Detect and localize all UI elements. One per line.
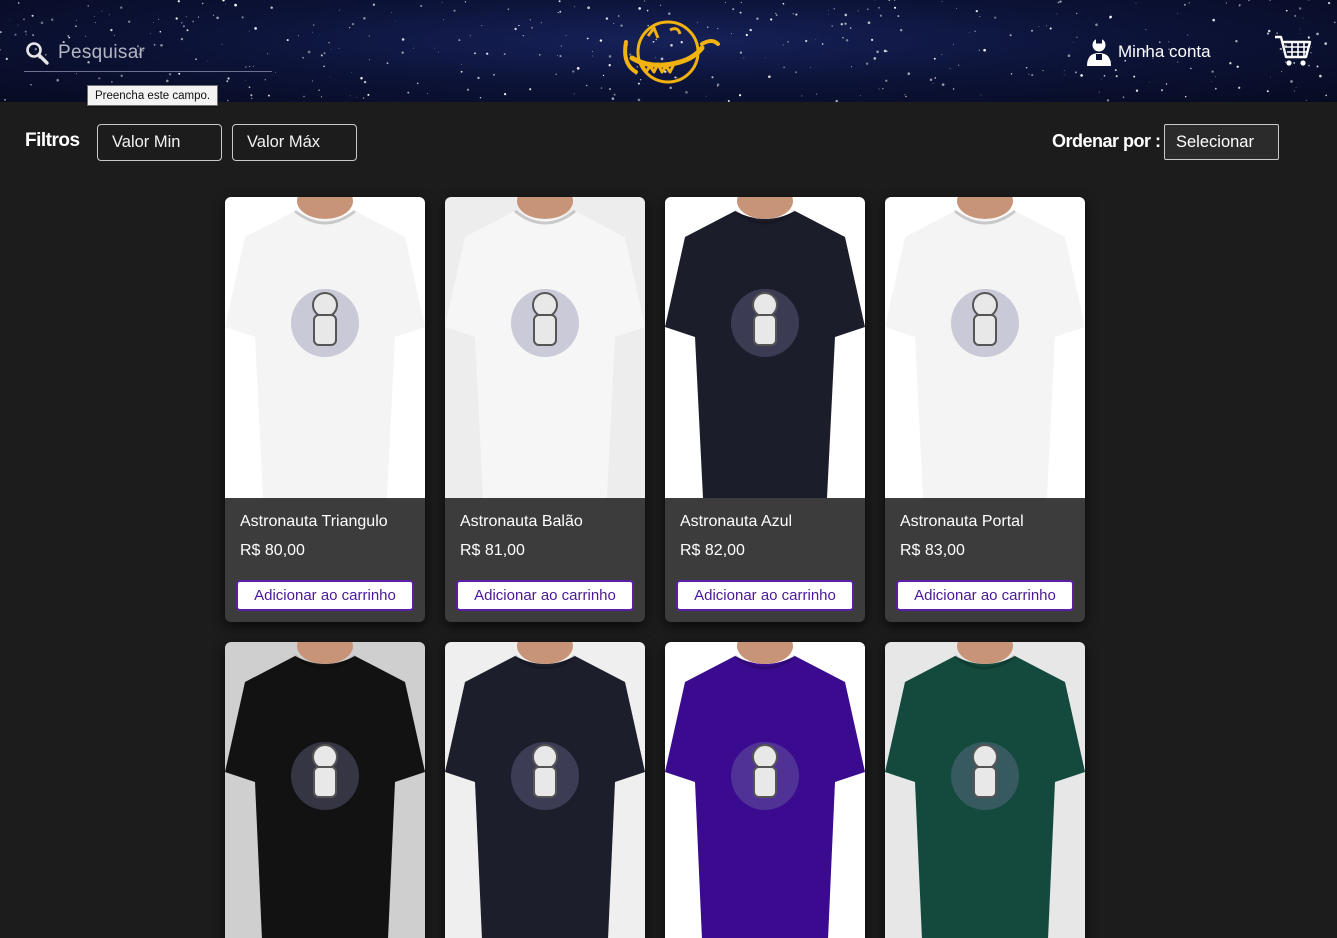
product-name: Astronauta Triangulo <box>240 513 388 530</box>
product-card[interactable]: Astronauta Azul R$ 82,00 Adicionar ao carr… <box>665 197 865 622</box>
min-value-input[interactable] <box>97 124 222 161</box>
cart-icon[interactable] <box>1274 34 1312 68</box>
product-card[interactable] <box>445 642 645 938</box>
search-input[interactable] <box>58 40 268 66</box>
validation-tooltip: Preencha este campo. <box>87 85 219 106</box>
add-to-cart-button[interactable]: Adicionar ao carrinho <box>896 580 1074 611</box>
search-bar <box>24 34 272 72</box>
search-icon[interactable] <box>24 40 50 66</box>
account-label: Minha conta <box>1118 42 1211 61</box>
universe-logo[interactable] <box>612 14 722 92</box>
tshirt-image <box>225 642 425 938</box>
user-icon <box>1087 38 1111 66</box>
product-photo[interactable] <box>445 642 645 938</box>
tshirt-image <box>445 197 645 498</box>
product-price: R$ 81,00 <box>460 542 525 559</box>
product-photo[interactable] <box>445 197 645 498</box>
product-price: R$ 82,00 <box>680 542 745 559</box>
product-photo[interactable] <box>885 642 1085 938</box>
account-link[interactable]: Minha conta <box>1086 36 1211 68</box>
product-card[interactable] <box>225 642 425 938</box>
tshirt-image <box>665 197 865 498</box>
product-card[interactable] <box>665 642 865 938</box>
product-photo[interactable] <box>225 642 425 938</box>
product-card[interactable] <box>885 642 1085 938</box>
product-card[interactable]: Astronauta Balão R$ 81,00 Adicionar ao car… <box>445 197 645 622</box>
tshirt-image <box>885 642 1085 938</box>
product-price: R$ 80,00 <box>240 542 305 559</box>
product-photo[interactable] <box>225 197 425 498</box>
product-name: Astronauta Portal <box>900 513 1024 530</box>
product-card[interactable]: Astronauta Triangulo R$ 80,00 Adicionar ao… <box>225 197 425 622</box>
product-price: R$ 83,00 <box>900 542 965 559</box>
product-photo[interactable] <box>885 197 1085 498</box>
tshirt-image <box>665 642 865 938</box>
filters-label: Filtros <box>25 130 80 151</box>
sort-label: Ordenar por : <box>1052 131 1161 151</box>
product-card[interactable]: Astronauta Portal R$ 83,00 Adicionar ao ca… <box>885 197 1085 622</box>
product-name: Astronauta Azul <box>680 513 793 530</box>
add-to-cart-button[interactable]: Adicionar ao carrinho <box>676 580 854 611</box>
product-photo[interactable] <box>665 642 865 938</box>
product-name: Astronauta Balão <box>460 513 583 530</box>
add-to-cart-button[interactable]: Adicionar ao carrinho <box>456 580 634 611</box>
tshirt-image <box>885 197 1085 498</box>
max-value-input[interactable] <box>232 124 357 161</box>
product-photo[interactable] <box>665 197 865 498</box>
sort-select[interactable]: Selecionar <box>1164 124 1279 160</box>
add-to-cart-button[interactable]: Adicionar ao carrinho <box>236 580 414 611</box>
tshirt-image <box>445 642 645 938</box>
tshirt-image <box>225 197 425 498</box>
